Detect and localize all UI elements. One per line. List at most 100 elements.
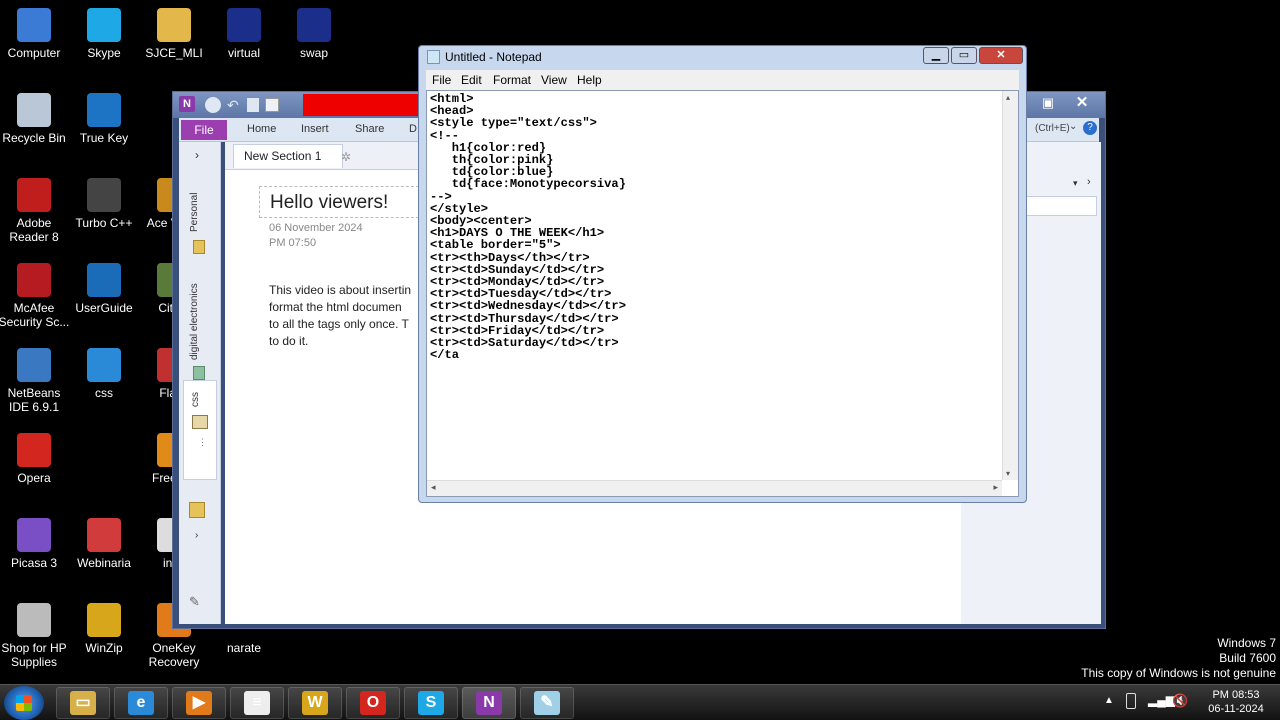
taskbar-app-button[interactable]: ✎ <box>520 687 574 719</box>
menu-file[interactable]: File <box>432 73 451 87</box>
start-button[interactable] <box>4 686 44 720</box>
desktop-icon[interactable]: Skype <box>66 8 142 60</box>
desktop-icon[interactable]: css <box>66 348 142 400</box>
notebook-icon[interactable] <box>193 240 205 254</box>
scroll-left-icon[interactable]: ◂ <box>431 482 436 493</box>
notepad-app-icon[interactable] <box>427 50 440 64</box>
close-icon[interactable]: ✕ <box>1071 93 1093 111</box>
desktop-icon[interactable]: McAfee Security Sc... <box>0 263 72 329</box>
menu-view[interactable]: View <box>541 73 567 87</box>
notebook-css-label: css <box>190 392 201 407</box>
notebook-digital-electronics[interactable]: digital electronics <box>189 260 200 360</box>
desktop-icon[interactable]: Computer <box>0 8 72 60</box>
menu-edit[interactable]: Edit <box>461 73 482 87</box>
back-icon[interactable] <box>205 97 221 113</box>
dropdown-icon[interactable]: ▾ <box>1073 178 1078 189</box>
new-section-icon[interactable]: ✲ <box>341 150 351 164</box>
chevron-right-icon[interactable]: › <box>195 148 199 162</box>
taskbar-app-button[interactable]: ≡ <box>230 687 284 719</box>
notepad-text-area[interactable]: <html> <head> <style type="text/css"> <!… <box>426 90 1019 497</box>
desktop-icon[interactable]: Picasa 3 <box>0 518 72 570</box>
volume-muted-icon[interactable]: 🔇 <box>1172 693 1188 709</box>
scroll-down-icon[interactable]: ▾ <box>1006 469 1010 478</box>
undo-icon[interactable]: ↶ <box>227 97 241 113</box>
menu-help[interactable]: Help <box>577 73 602 87</box>
show-hidden-icons-icon[interactable]: ▲ <box>1104 695 1114 706</box>
desktop-icon[interactable]: Shop for HP Supplies <box>0 603 72 669</box>
maximize-button[interactable]: ▭ <box>951 47 977 64</box>
taskbar-app-button[interactable]: e <box>114 687 168 719</box>
desktop-icon[interactable]: Recycle Bin <box>0 93 72 145</box>
document-icon: ≡ <box>244 691 270 715</box>
scroll-right-icon[interactable]: ▸ <box>993 482 998 493</box>
desktop-icon[interactable]: NetBeans IDE 6.9.1 <box>0 348 72 414</box>
minimize-button[interactable]: ▁ <box>923 47 949 64</box>
desktop-icon-label: Adobe Reader 8 <box>9 216 59 244</box>
more-icon: ⋮ <box>198 437 207 447</box>
clock-time: PM 08:53 <box>1212 689 1260 701</box>
taskbar-app-button[interactable]: O <box>346 687 400 719</box>
mcafee-icon <box>17 263 51 297</box>
folder-icon <box>157 8 191 42</box>
chevron-right-icon[interactable]: › <box>1087 176 1091 188</box>
desktop-icon-label: virtual <box>227 46 260 60</box>
notebook-personal[interactable]: Personal <box>189 172 200 232</box>
notepad-window[interactable]: Untitled - Notepad ▁ ▭ ✕ File Edit Forma… <box>418 45 1027 503</box>
taskbar-app-button[interactable]: ▶ <box>172 687 226 719</box>
picasa-icon <box>17 518 51 552</box>
desktop-icon[interactable]: True Key <box>66 93 142 145</box>
expand-icon[interactable]: › <box>195 530 198 541</box>
onenote-app-icon[interactable]: N <box>179 96 195 112</box>
media-player-icon: ▶ <box>186 691 212 715</box>
notepad-icon: ✎ <box>534 691 560 715</box>
horizontal-scrollbar[interactable]: ◂ ▸ <box>427 480 1002 496</box>
dock-icon[interactable] <box>247 98 259 112</box>
desktop-icon[interactable]: Turbo C++ <box>66 178 142 230</box>
taskbar-app-button[interactable]: ▭ <box>56 687 110 719</box>
webinaria-icon <box>87 518 121 552</box>
tab-draw[interactable]: D <box>409 123 417 135</box>
notebook-icon[interactable] <box>193 366 205 380</box>
close-button[interactable]: ✕ <box>979 47 1023 64</box>
desktop-icon[interactable]: virtual <box>206 8 282 60</box>
notebook-css-selected[interactable]: css ⋮ <box>183 380 217 480</box>
title-box[interactable]: Hello viewers! <box>259 186 419 218</box>
network-icon[interactable]: ▂▄▆ <box>1148 693 1175 707</box>
notebooks-stack-icon[interactable] <box>189 502 205 518</box>
tab-home[interactable]: Home <box>247 123 276 135</box>
desktop-icon[interactable]: Adobe Reader 8 <box>0 178 72 244</box>
help-icon[interactable]: ? <box>1083 121 1097 135</box>
tab-file[interactable]: File <box>181 120 227 140</box>
tab-insert[interactable]: Insert <box>301 123 329 135</box>
clock-date: 06-11-2024 <box>1208 703 1264 715</box>
section-tab[interactable]: New Section 1 <box>233 144 343 168</box>
recycle-bin-icon <box>17 93 51 127</box>
desktop-icon[interactable]: swap <box>276 8 352 60</box>
desktop-icon-label: Shop for HP Supplies <box>1 641 67 669</box>
scroll-up-icon[interactable]: ▴ <box>1006 93 1010 102</box>
vertical-scrollbar[interactable]: ▴ ▾ <box>1002 91 1018 480</box>
desktop-icon[interactable]: Webinaria <box>66 518 142 570</box>
taskbar-app-button[interactable]: S <box>404 687 458 719</box>
desktop-icon-label: Picasa 3 <box>10 556 58 570</box>
page-view-icon[interactable] <box>265 98 279 112</box>
search-hint: (Ctrl+E) <box>1035 123 1070 134</box>
unfiled-notes-icon[interactable]: ✎ <box>189 594 207 609</box>
desktop-icon[interactable]: SJCE_MLI <box>136 8 212 60</box>
taskbar-app-button[interactable]: N <box>462 687 516 719</box>
desktop-icon-label: css <box>95 386 113 400</box>
tab-share[interactable]: Share <box>355 123 384 135</box>
taskbar-app-button[interactable]: W <box>288 687 342 719</box>
computer-icon <box>17 8 51 42</box>
desktop-icon[interactable]: UserGuide <box>66 263 142 315</box>
body-line: to do it. <box>269 334 309 348</box>
desktop-icon[interactable]: WinZip <box>66 603 142 655</box>
page-body[interactable]: This video is about insertin format the … <box>269 282 419 350</box>
menu-format[interactable]: Format <box>493 73 531 87</box>
clock[interactable]: PM 08:53 06-11-2024 <box>1196 688 1276 716</box>
maximize-icon[interactable]: ▣ <box>1037 95 1059 111</box>
opera-icon: O <box>360 691 386 715</box>
battery-icon[interactable] <box>1126 693 1136 709</box>
desktop-icon[interactable]: Opera <box>0 433 72 485</box>
chevron-down-icon[interactable]: ⌄ <box>1069 121 1083 135</box>
